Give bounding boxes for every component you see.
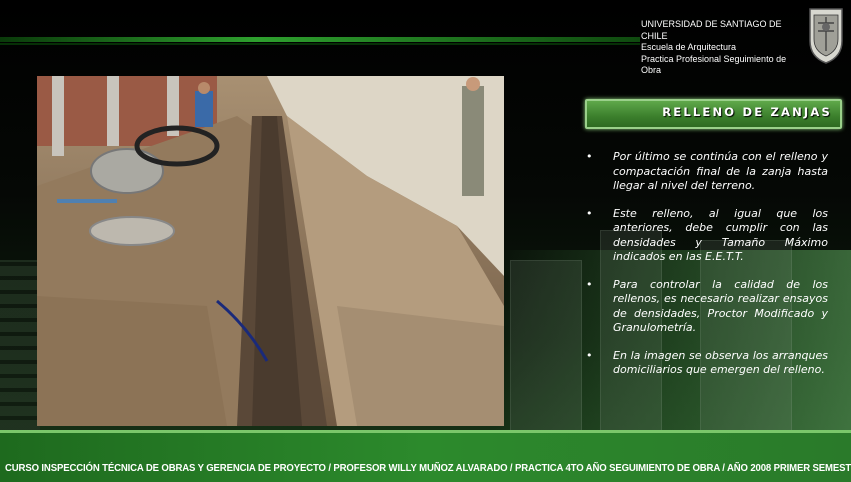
- slide-title-bar: RELLENO DE ZANJAS: [585, 99, 842, 129]
- background-tower: [510, 260, 582, 432]
- bullet-item: • Este relleno, al igual que los anterio…: [582, 207, 828, 265]
- school-name: Escuela de Arquitectura: [641, 42, 737, 52]
- course-name: Practica Profesional Seguimiento de Obra: [641, 53, 787, 76]
- bullet-text: En la imagen se observa los arranques do…: [613, 348, 828, 377]
- footer-text: CURSO INSPECCIÓN TÉCNICA DE OBRAS Y GERE…: [5, 463, 851, 474]
- header-rule: [0, 37, 640, 42]
- header-block: UNIVERSIDAD DE SANTIAGO DE CHILE Escuela…: [641, 19, 806, 77]
- bullet-item: • En la imagen se observa los arranques …: [582, 349, 828, 378]
- header-rule-shadow: [0, 43, 640, 45]
- bullet-item: • Por último se continúa con el relleno …: [582, 150, 828, 194]
- bullet-item: • Para controlar la calidad de los relle…: [582, 278, 828, 336]
- slide-title: RELLENO DE ZANJAS: [662, 105, 832, 119]
- trench-photo: [37, 76, 504, 426]
- university-crest-icon: [809, 8, 843, 64]
- footer-rule: [0, 430, 851, 433]
- bullet-list: • Por último se continúa con el relleno …: [582, 150, 828, 391]
- university-name: UNIVERSIDAD DE SANTIAGO DE CHILE: [641, 19, 782, 41]
- trench-photo-drawing: [37, 76, 504, 426]
- bullet-dot: •: [586, 150, 593, 163]
- bullet-dot: •: [586, 277, 593, 291]
- footer-bar: CURSO INSPECCIÓN TÉCNICA DE OBRAS Y GERE…: [0, 430, 851, 482]
- bullet-text: Para controlar la calidad de los relleno…: [613, 277, 828, 335]
- bullet-text: Este relleno, al igual que los anteriore…: [613, 206, 828, 264]
- bullet-dot: •: [586, 348, 593, 362]
- bullet-text: Por último se continúa con el relleno y …: [613, 150, 828, 192]
- background-building-left: [0, 260, 40, 430]
- bullet-dot: •: [586, 206, 593, 220]
